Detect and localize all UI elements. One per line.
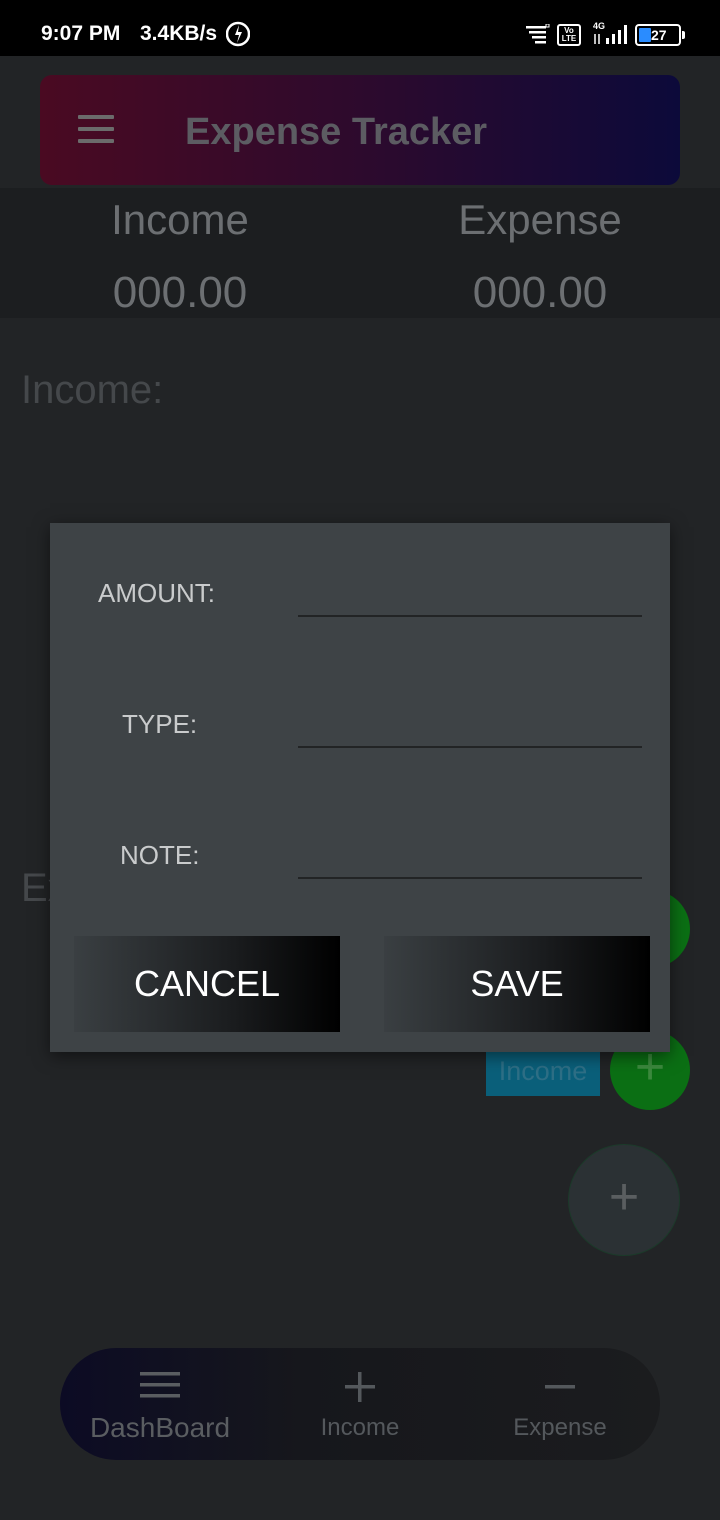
signal-icon: 4G [593,21,627,44]
status-time: 9:07 PM [41,22,121,45]
note-field[interactable] [298,831,642,879]
battery-nub [682,31,685,39]
amount-label: AMOUNT: [98,578,215,608]
add-entry-dialog: AMOUNT: TYPE: NOTE: CANCEL SAVE [50,523,670,1052]
volte-icon: Vo LTE [557,24,581,46]
svg-text:4G: 4G [593,21,605,31]
note-label: NOTE: [120,840,200,870]
battery-level: 27 [651,27,667,43]
hotspot-icon [226,21,250,47]
amount-field[interactable] [298,569,642,617]
status-bar: 9:07 PM 3.4KB/s Vo LTE 4G 27 [0,0,720,56]
data-usage-icon [526,24,550,44]
screen: 9:07 PM 3.4KB/s Vo LTE 4G 27 Expense Tra… [0,0,720,1520]
type-label: TYPE: [122,709,198,739]
battery-icon: 27 [635,24,685,46]
status-network-speed: 3.4KB/s [140,22,218,45]
battery-fill [639,28,651,42]
save-button[interactable]: SAVE [384,936,650,1032]
type-field[interactable] [298,700,642,748]
cancel-button[interactable]: CANCEL [74,936,340,1032]
